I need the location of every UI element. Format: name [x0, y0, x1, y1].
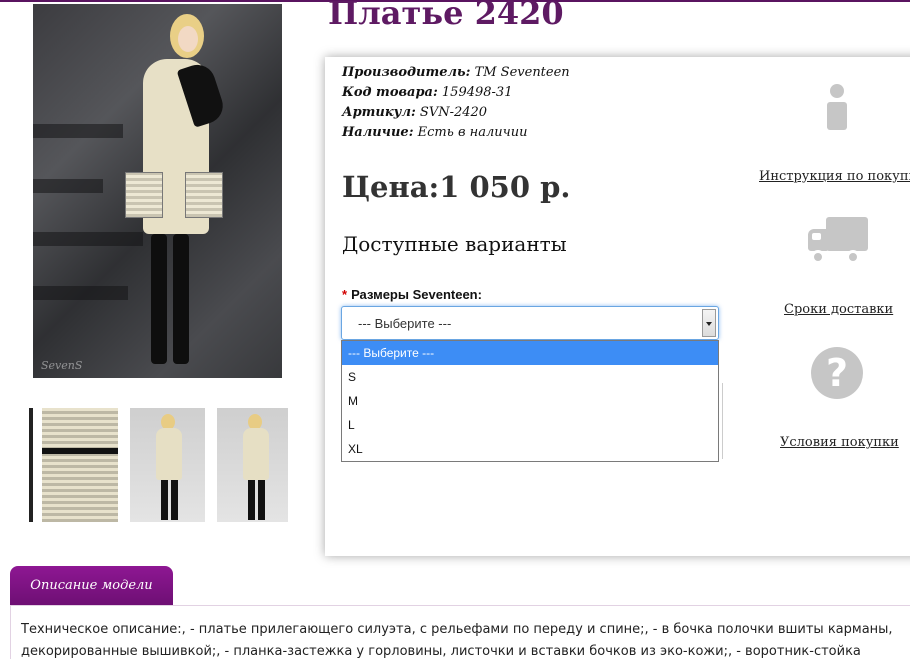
purchase-terms-link[interactable]: Условия покупки: [780, 435, 899, 450]
thumb-model-leg: [248, 480, 255, 520]
size-option[interactable]: S: [342, 365, 718, 389]
info-manufacturer: Производитель: ТМ Seventeen: [342, 65, 570, 80]
description-text: Техническое описание:, - платье прилегаю…: [21, 622, 893, 659]
product-info-panel: Производитель: ТМ Seventeen Код товара: …: [325, 57, 910, 556]
info-icon-dot: [830, 84, 844, 98]
info-icon-stem: [827, 102, 847, 130]
main-product-photo[interactable]: SevenS: [33, 4, 282, 378]
tab-description[interactable]: Описание модели: [10, 566, 173, 606]
photo-stair: [33, 179, 103, 193]
size-select-label: * Размеры Seventeen:: [342, 287, 482, 302]
truck-wheel: [811, 250, 825, 264]
photo-stair: [33, 124, 123, 138]
thumb-model-body: [156, 428, 182, 480]
info-value: 159498-31: [441, 85, 513, 100]
price: Цена:1 050 р.: [342, 170, 570, 204]
truck-icon[interactable]: [808, 215, 870, 267]
size-label-text: Размеры Seventeen:: [351, 287, 482, 302]
thumbnail-3[interactable]: [217, 408, 288, 522]
question-icon[interactable]: ?: [811, 347, 863, 399]
info-label: Код товара:: [342, 85, 438, 100]
price-value: 1 050 р.: [439, 170, 571, 204]
truck-window: [812, 233, 821, 240]
page-title: Платье 2420: [328, 0, 564, 32]
info-availability: Наличие: Есть в наличии: [342, 125, 527, 140]
thumb-detail-band: [42, 448, 118, 454]
price-label: Цена:: [342, 170, 440, 204]
model-leg: [173, 234, 189, 364]
info-value: ТМ Seventeen: [474, 65, 570, 80]
hidden-field-edge: [720, 383, 723, 459]
size-select-value: --- Выберите ---: [358, 316, 452, 331]
size-select[interactable]: --- Выберите ---: [341, 306, 719, 340]
info-value: Есть в наличии: [417, 125, 528, 140]
info-label: Производитель:: [342, 65, 471, 80]
dropdown-arrow-button[interactable]: [702, 309, 716, 337]
model-face: [178, 26, 198, 52]
required-mark: *: [342, 287, 348, 302]
size-option[interactable]: L: [342, 413, 718, 437]
truck-cargo: [826, 217, 868, 251]
description-panel: Техническое описание:, - платье прилегаю…: [10, 606, 910, 659]
dress-pocket: [125, 172, 163, 218]
dress-pocket: [185, 172, 223, 218]
thumb-model-body: [243, 428, 269, 480]
delivery-terms-link[interactable]: Сроки доставки: [784, 302, 893, 317]
size-option[interactable]: XL: [342, 437, 718, 461]
thumbnail-1[interactable]: [42, 408, 118, 522]
instructions-link[interactable]: Инструкция по покупке: [759, 169, 910, 184]
info-icon[interactable]: [825, 84, 849, 134]
thumb-model-leg: [258, 480, 265, 520]
truck-wheel: [846, 250, 860, 264]
variants-heading: Доступные варианты: [342, 232, 567, 256]
thumb-model-leg: [171, 480, 178, 520]
size-options-list[interactable]: --- Выберите --- S M L XL: [341, 340, 719, 462]
thumb-model-leg: [161, 480, 168, 520]
info-product-code: Код товара: 159498-31: [342, 85, 512, 100]
photo-watermark: SevenS: [41, 359, 83, 372]
photo-stair: [33, 286, 128, 300]
info-label: Наличие:: [342, 125, 414, 140]
thumbnail-2[interactable]: [130, 408, 205, 522]
info-value: SVN-2420: [419, 105, 488, 120]
size-option[interactable]: M: [342, 389, 718, 413]
info-label: Артикул:: [342, 105, 416, 120]
info-article: Артикул: SVN-2420: [342, 105, 487, 120]
size-option[interactable]: --- Выберите ---: [342, 341, 718, 365]
thumbnail-partial[interactable]: [29, 408, 33, 522]
model-leg: [151, 234, 167, 364]
chevron-down-icon: [706, 322, 712, 326]
photo-stair: [33, 232, 143, 246]
